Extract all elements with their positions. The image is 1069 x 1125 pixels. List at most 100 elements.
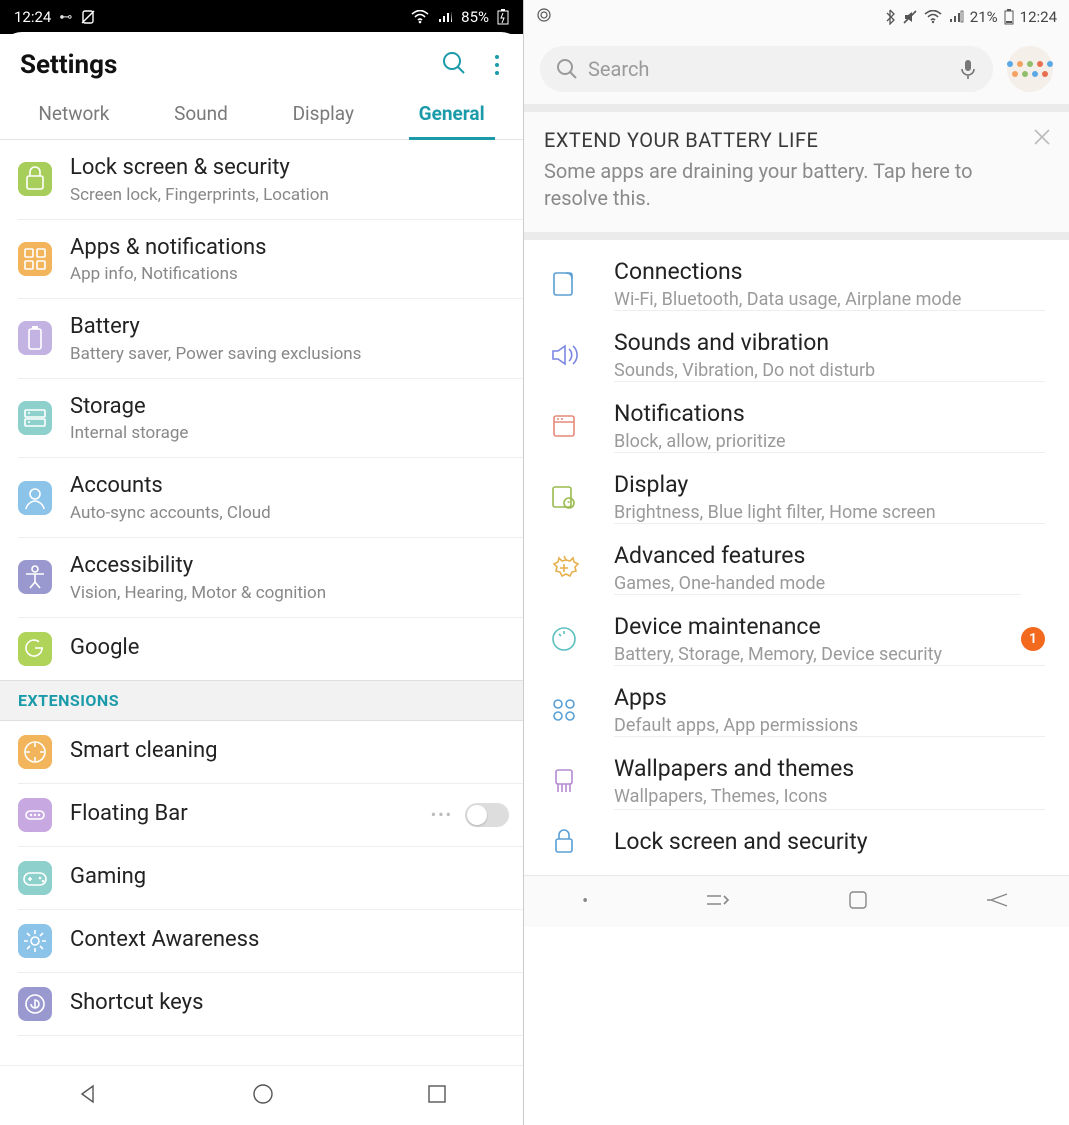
recents-button[interactable] [704,890,730,914]
item-title: Context Awareness [70,926,509,955]
status-time: 12:24 [14,8,51,26]
item-title: Floating Bar [70,800,431,829]
item-text: Sounds and vibration Sounds, Vibration, … [614,310,1045,381]
item-sub: Wi-Fi, Bluetooth, Data usage, Airplane m… [614,289,1039,310]
settings-header: Settings [0,32,523,80]
item-title: Storage [70,393,509,422]
status-battery: 85% [461,8,489,26]
item-sub: Default apps, App permissions [614,715,1039,736]
nav-dot: • [582,891,588,912]
more-icon[interactable]: ••• [431,805,453,824]
item-title: Connections [614,258,1039,285]
item-title: Gaming [70,863,509,892]
back-button[interactable] [76,1082,100,1110]
item-title: Device maintenance [614,613,1015,640]
nav-bar-left [0,1065,523,1125]
item-text: Apps Default apps, App permissions [614,665,1045,736]
mic-icon[interactable] [959,58,977,80]
item-title: Accessibility [70,552,509,581]
item-title: Google [70,634,509,663]
item-title: Notifications [614,400,1039,427]
item-sub: Vision, Hearing, Motor & cognition [70,583,509,603]
item-sub: Auto-sync accounts, Cloud [70,503,509,523]
list-item[interactable]: Storage Internal storage [18,379,523,459]
home-button[interactable] [847,889,869,915]
list-item[interactable]: Lock screen and security [548,825,1069,875]
item-text: Apps & notifications App info, Notificat… [70,234,509,285]
home-button[interactable] [251,1082,275,1110]
list-item[interactable]: Floating Bar ••• [18,784,523,847]
storage-icon [18,401,52,435]
list-item[interactable]: Context Awareness [18,910,523,973]
banner-sub: Some apps are draining your battery. Tap… [544,158,1015,212]
item-sub: Wallpapers, Themes, Icons [614,786,1039,807]
list-item[interactable]: Accounts Auto-sync accounts, Cloud [18,458,523,538]
maint-icon [548,623,580,655]
item-title: Smart cleaning [70,737,509,766]
item-title: Lock screen and security [614,828,1039,855]
tabs: Network Sound Display General [0,80,523,140]
wifi-icon [924,10,942,24]
battery-charging-icon [497,9,509,25]
search-icon[interactable] [441,50,467,80]
item-title: Display [614,471,1039,498]
close-icon[interactable] [1031,126,1053,152]
item-text: Connections Wi-Fi, Bluetooth, Data usage… [614,258,1045,310]
list-item[interactable]: Battery Battery saver, Power saving excl… [18,299,523,379]
lock-icon [18,162,52,196]
sound-icon [548,339,580,371]
more-icon[interactable] [495,55,499,75]
item-title: Accounts [70,472,509,501]
wall-icon [548,765,580,797]
item-text: Device maintenance Battery, Storage, Mem… [614,594,1021,665]
list-item[interactable]: Shortcut keys [18,973,523,1036]
search-input[interactable]: Search [540,46,993,92]
list-item[interactable]: Google [18,618,523,680]
item-title: Sounds and vibration [614,329,1039,356]
shortcut-icon [18,987,52,1021]
item-text: Shortcut keys [70,989,509,1018]
item-text: Accessibility Vision, Hearing, Motor & c… [70,552,509,603]
list-item[interactable]: Smart cleaning [18,721,523,784]
list-item[interactable]: Accessibility Vision, Hearing, Motor & c… [18,538,523,618]
tab-network[interactable]: Network [28,94,119,139]
google-icon [18,632,52,666]
lock2-icon [548,825,580,857]
item-title: Wallpapers and themes [614,755,1039,782]
profile-avatar[interactable] [1007,46,1053,92]
banner-battery[interactable]: EXTEND YOUR BATTERY LIFE Some apps are d… [524,112,1069,232]
item-sub: Block, allow, prioritize [614,431,1039,452]
wifi-icon [411,10,429,24]
display-icon [548,481,580,513]
recents-button[interactable] [426,1083,448,1109]
tab-general[interactable]: General [409,94,495,140]
item-text: Wallpapers and themes Wallpapers, Themes… [614,736,1045,807]
extensions-list: Smart cleaning Floating Bar ••• Gaming C… [0,721,523,1036]
toggle-switch[interactable] [465,803,509,827]
tab-sound[interactable]: Sound [164,94,238,139]
search-icon [556,58,578,80]
adv-icon [548,552,580,584]
nav-bar-right: • [524,875,1069,927]
item-title: Apps & notifications [70,234,509,263]
item-sub: Games, One-handed mode [614,573,1039,594]
usb-icon: ⊷ [59,10,72,25]
account-icon [18,481,52,515]
item-title: Apps [614,684,1039,711]
item-text: Gaming [70,863,509,892]
grid-icon [18,242,52,276]
tab-display[interactable]: Display [283,94,364,139]
mute-icon [902,9,918,25]
signal-icon [437,10,453,24]
item-text: Lock screen & security Screen lock, Fing… [70,154,509,205]
item-text: Context Awareness [70,926,509,955]
item-sub: Battery, Storage, Memory, Device securit… [614,644,1015,665]
list-item[interactable]: Apps & notifications App info, Notificat… [18,220,523,300]
list-item[interactable]: Lock screen & security Screen lock, Fing… [18,140,523,220]
item-sub: App info, Notifications [70,264,509,284]
page-title: Settings [20,50,117,80]
back-button[interactable] [985,890,1011,914]
status-bar-left: 12:24 ⊷ 85% [0,0,523,34]
bluetooth-icon [884,9,896,25]
list-item[interactable]: Gaming [18,847,523,910]
